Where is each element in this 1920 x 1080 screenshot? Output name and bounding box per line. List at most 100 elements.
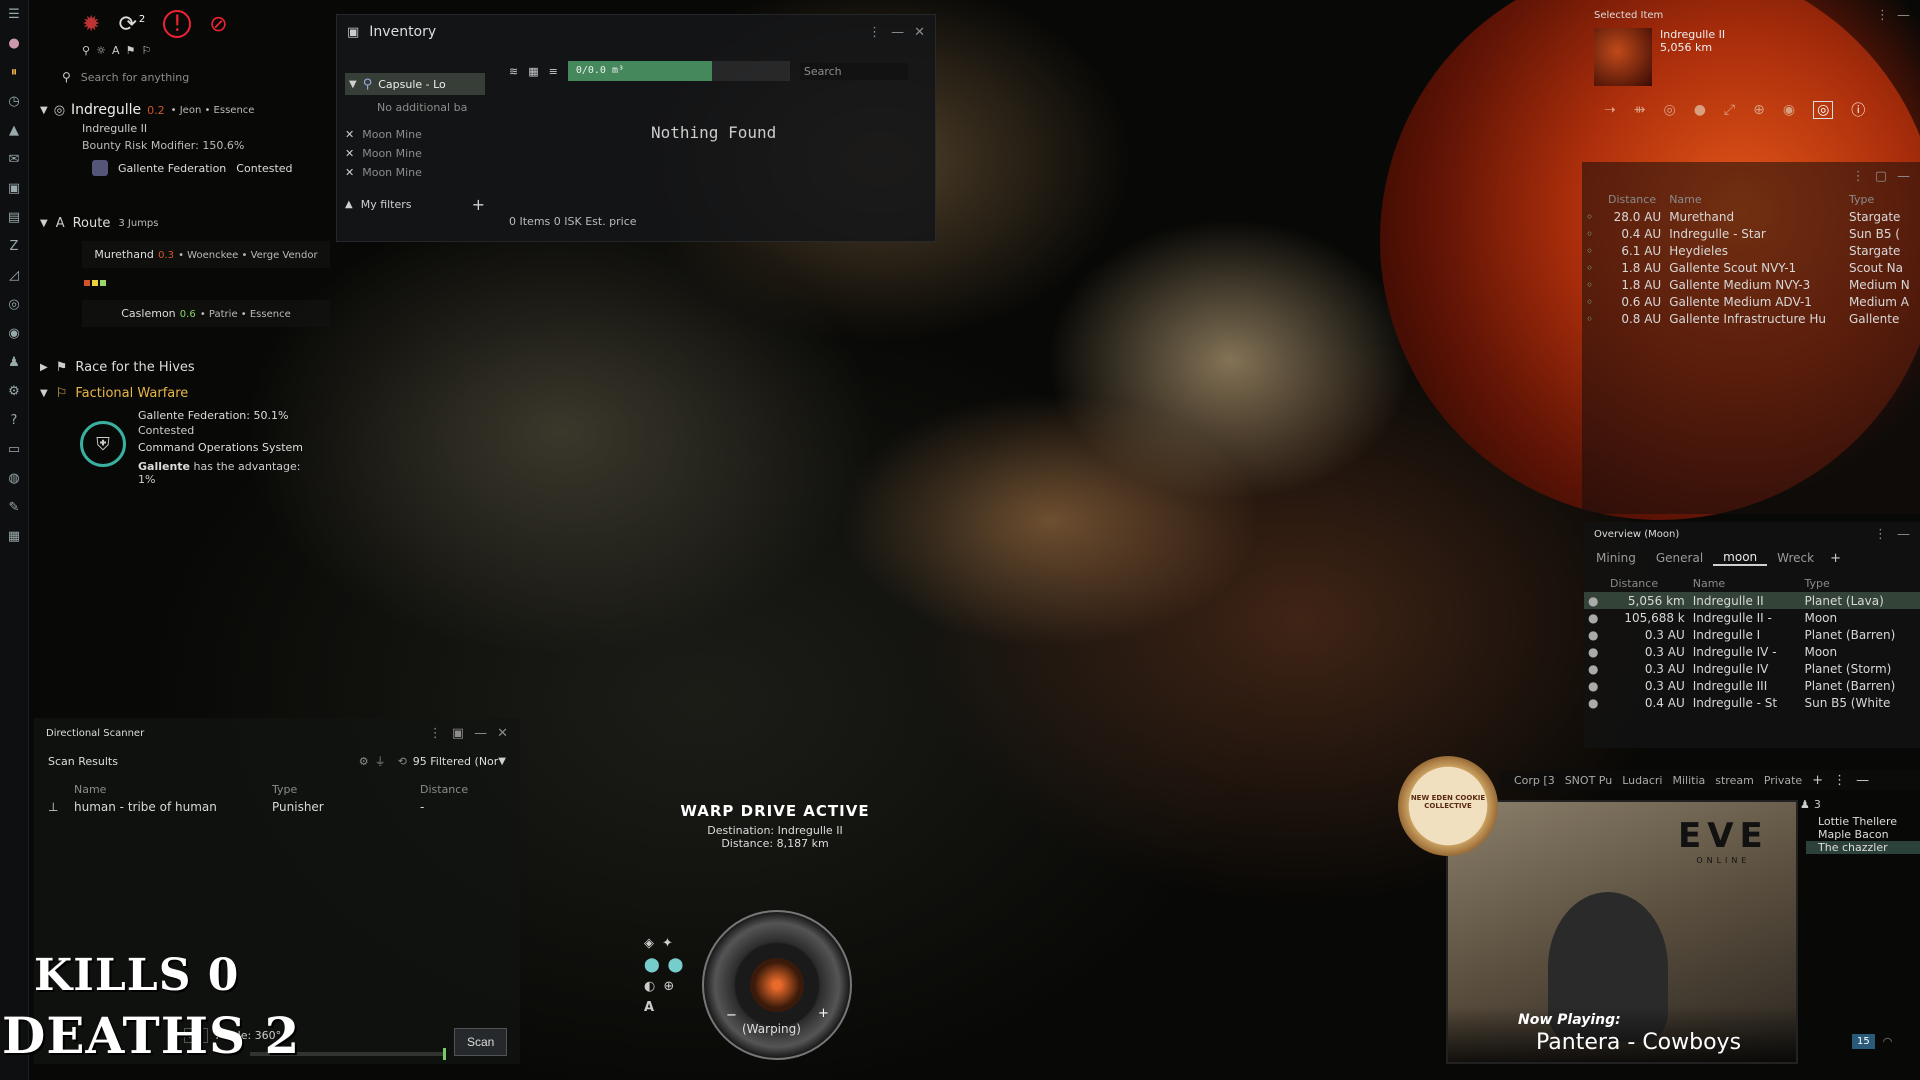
- module-icon[interactable]: ⬤: [644, 957, 660, 973]
- orbit-icon[interactable]: ◎: [1663, 102, 1675, 118]
- stack-icon[interactable]: ≋: [509, 65, 518, 78]
- options-icon[interactable]: ⋮: [1874, 527, 1887, 542]
- unread-count[interactable]: 15: [1852, 1034, 1875, 1049]
- power-icon[interactable]: ⟳: [118, 12, 136, 37]
- approach-icon[interactable]: ➝: [1604, 102, 1616, 118]
- cargo-icon[interactable]: ▤: [0, 203, 28, 232]
- chat-tab[interactable]: Ludacri: [1622, 774, 1662, 787]
- tab-moon[interactable]: moon: [1713, 550, 1768, 566]
- tools-icon[interactable]: ✎: [0, 493, 28, 522]
- filter-item[interactable]: ✕ Moon Mine: [345, 166, 485, 179]
- chat-tab[interactable]: Corp [3: [1514, 774, 1555, 787]
- chat-tab[interactable]: Militia: [1672, 774, 1705, 787]
- zoom-icon[interactable]: ⚲: [82, 44, 90, 57]
- minimize-icon[interactable]: —: [891, 25, 904, 40]
- expand-arrow-icon[interactable]: ▶: [40, 362, 48, 373]
- chat-tab[interactable]: SNOT Pu: [1565, 774, 1613, 787]
- drones-icon[interactable]: ✦: [662, 936, 673, 951]
- warp-icon[interactable]: ⇻: [1634, 102, 1646, 118]
- column-header[interactable]: Type: [268, 780, 416, 798]
- waypoint-icon[interactable]: ⚐: [141, 44, 151, 57]
- settings-icon[interactable]: ⚙: [0, 377, 28, 406]
- filter-item[interactable]: ✕ Moon Mine: [345, 128, 485, 141]
- mwd-icon[interactable]: ◐: [644, 979, 655, 994]
- table-row[interactable]: ◦ 6.1 AU Heydieles Stargate: [1582, 242, 1920, 259]
- remove-filter-icon[interactable]: ✕: [345, 128, 354, 141]
- chat-member[interactable]: Maple Bacon: [1818, 828, 1920, 841]
- minimize-icon[interactable]: —: [474, 726, 487, 741]
- table-row[interactable]: ● 0.3 AU Indregulle IV - Moon: [1584, 643, 1920, 660]
- chat-tab[interactable]: stream: [1715, 774, 1754, 787]
- search-bar[interactable]: ⚲ Search for anything: [62, 68, 320, 86]
- table-row[interactable]: ◦ 28.0 AU Murethand Stargate: [1582, 208, 1920, 225]
- rss-icon[interactable]: ◠: [1883, 1035, 1893, 1048]
- chevron-down-icon[interactable]: ▼: [498, 756, 506, 767]
- fw-collapse-icon[interactable]: ▼: [40, 388, 48, 399]
- remove-filter-icon[interactable]: ✕: [345, 166, 354, 179]
- table-row[interactable]: ● 5,056 km Indregulle II Planet (Lava): [1584, 592, 1920, 609]
- skills-icon[interactable]: Z: [0, 232, 28, 261]
- minimize-icon[interactable]: —: [1897, 8, 1910, 23]
- sun-icon[interactable]: ☼: [96, 44, 106, 57]
- table-row[interactable]: ◦ 0.8 AU Gallente Infrastructure Hu Gallent…: [1582, 310, 1920, 327]
- race-for-hives[interactable]: ▶ ⚑ Race for the Hives: [40, 360, 195, 375]
- bug-icon[interactable]: ✹: [82, 12, 100, 37]
- look-at-icon[interactable]: ◉: [1783, 102, 1795, 118]
- column-header[interactable]: Type: [1800, 574, 1920, 592]
- map-icon[interactable]: ◎: [0, 290, 28, 319]
- table-row[interactable]: ⊥ human - tribe of human Punisher -: [44, 798, 504, 815]
- character-portrait-icon[interactable]: ●: [0, 29, 28, 58]
- add-chat-icon[interactable]: +: [1812, 773, 1823, 788]
- route-stop-1[interactable]: Murethand 0.3 • Woenckee • Verge Vendor: [82, 241, 330, 268]
- inventory-search[interactable]: Search: [799, 62, 908, 80]
- close-icon[interactable]: ✕: [914, 25, 925, 40]
- minimize-icon[interactable]: —: [1897, 169, 1910, 184]
- minimize-icon[interactable]: —: [1897, 527, 1910, 542]
- column-header[interactable]: Distance: [1606, 574, 1689, 592]
- inventory-icon[interactable]: ▣: [0, 174, 28, 203]
- tactical-icon[interactable]: ⊕: [663, 979, 674, 994]
- options-icon[interactable]: ⋮: [429, 726, 442, 741]
- filter-dropdown[interactable]: 95 Filtered (Nor: [413, 755, 499, 768]
- region-text[interactable]: • Jeon • Essence: [171, 105, 255, 116]
- table-row[interactable]: ● 0.3 AU Indregulle IV Planet (Storm): [1584, 660, 1920, 677]
- faction-name[interactable]: Gallente Federation: [118, 162, 226, 175]
- mail-icon[interactable]: ✉: [0, 145, 28, 174]
- my-filters[interactable]: ▲ My filters +: [345, 195, 485, 214]
- target-icon[interactable]: ⊘: [209, 12, 227, 37]
- close-icon[interactable]: ✕: [497, 726, 508, 741]
- filter-item[interactable]: ✕ Moon Mine: [345, 147, 485, 160]
- ship-icon[interactable]: ▲: [0, 116, 28, 145]
- refresh-icon[interactable]: ⟲: [398, 755, 407, 768]
- table-row[interactable]: ◦ 1.8 AU Gallente Medium NVY-3 Medium N: [1582, 276, 1920, 293]
- lock-target-icon[interactable]: ⊕: [1753, 102, 1765, 118]
- table-row[interactable]: ◦ 0.6 AU Gallente Medium ADV-1 Medium A: [1582, 293, 1920, 310]
- speed-decrease-icon[interactable]: −: [726, 1008, 737, 1023]
- eye-icon[interactable]: ◎: [1813, 101, 1834, 119]
- autopilot-icon[interactable]: A: [112, 44, 120, 57]
- collapse-arrow-icon[interactable]: ▼: [40, 105, 48, 116]
- settings-icon[interactable]: ⚙: [359, 755, 369, 768]
- route-stop-2[interactable]: Caslemon 0.6 • Patrie • Essence: [82, 300, 330, 327]
- dock-icon[interactable]: ⤢: [1724, 102, 1735, 118]
- route-collapse-icon[interactable]: ▼: [40, 218, 48, 229]
- column-header[interactable]: Name: [1689, 574, 1801, 592]
- globe-icon[interactable]: ◍: [0, 464, 28, 493]
- cargo-scoop-icon[interactable]: ◈: [644, 936, 654, 951]
- column-header[interactable]: Distance: [1604, 190, 1665, 208]
- table-row[interactable]: ◦ 1.8 AU Gallente Scout NVY-1 Scout Na: [1582, 259, 1920, 276]
- notepad-icon[interactable]: ▦: [0, 522, 28, 551]
- tab-mining[interactable]: Mining: [1586, 551, 1646, 565]
- options-icon[interactable]: ⋮: [1852, 169, 1865, 184]
- options-icon[interactable]: ⋮: [1876, 8, 1889, 23]
- table-row[interactable]: ● 0.4 AU Indregulle - St Sun B5 (White: [1584, 694, 1920, 711]
- pause-icon[interactable]: ⏸: [0, 58, 28, 87]
- slider-handle[interactable]: [443, 1048, 446, 1060]
- column-header[interactable]: Type: [1845, 190, 1920, 208]
- system-name[interactable]: Indregulle: [71, 102, 141, 118]
- maximize-icon[interactable]: ▣: [452, 726, 464, 741]
- agency-icon[interactable]: ◉: [0, 319, 28, 348]
- chat-member[interactable]: The chazzler: [1806, 841, 1920, 854]
- column-header[interactable]: Name: [1665, 190, 1845, 208]
- chart-icon[interactable]: ◿: [0, 261, 28, 290]
